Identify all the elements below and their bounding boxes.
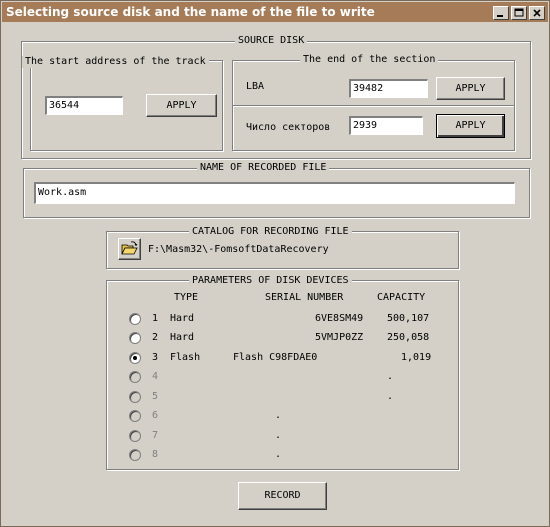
close-button[interactable] — [529, 6, 545, 20]
device-number: 6 — [152, 410, 159, 421]
minimize-button[interactable] — [493, 6, 509, 20]
device-serial: . — [275, 449, 282, 460]
device-serial: 6VE8SM49 — [315, 313, 364, 324]
device-row[interactable]: 3 Flash Flash C98FDAE0 1,019 — [107, 351, 458, 367]
device-radio-disabled — [129, 449, 141, 461]
header-serial-number: SERIAL NUMBER — [265, 292, 344, 303]
sectors-count-input[interactable]: 2939 — [349, 116, 423, 135]
device-row: 7 . — [107, 429, 458, 445]
device-serial: 5VMJP0ZZ — [315, 332, 364, 343]
device-number: 2 — [152, 332, 159, 343]
device-row[interactable]: 2 Hard 5VMJP0ZZ 250,058 — [107, 331, 458, 347]
device-radio-disabled — [129, 410, 141, 422]
header-type: TYPE — [174, 292, 199, 303]
device-serial: . — [275, 410, 282, 421]
start-address-legend: The start address of the track — [22, 56, 209, 68]
device-number: 3 — [152, 352, 159, 363]
device-number: 5 — [152, 391, 159, 402]
title-bar[interactable]: Selecting source disk and the name of th… — [2, 2, 548, 22]
dialog-window: Selecting source disk and the name of th… — [0, 0, 550, 527]
device-capacity: 1,019 — [401, 352, 432, 363]
sectors-count-label: Число секторов — [246, 122, 331, 133]
lba-input[interactable]: 39482 — [349, 79, 428, 98]
device-capacity: 250,058 — [387, 332, 430, 343]
device-radio-disabled — [129, 430, 141, 442]
lba-apply-button[interactable]: APPLY — [436, 77, 505, 100]
device-type: Flash — [170, 352, 201, 363]
section-end-legend: The end of the section — [300, 54, 439, 66]
device-capacity: 500,107 — [387, 313, 430, 324]
device-serial: . — [275, 430, 282, 441]
device-number: 7 — [152, 430, 159, 441]
device-radio[interactable] — [129, 332, 141, 344]
disk-devices-legend: PARAMETERS OF DISK DEVICES — [189, 275, 352, 287]
browse-folder-button[interactable] — [118, 238, 141, 260]
device-number: 1 — [152, 313, 159, 324]
lba-label: LBA — [246, 81, 265, 92]
recorded-file-input[interactable]: Work.asm — [34, 182, 515, 204]
section-end-group: The end of the section LBA 39482 APPLY Ч… — [232, 54, 515, 151]
source-disk-legend: SOURCE DISK — [235, 35, 308, 47]
device-radio-disabled — [129, 391, 141, 403]
device-radio[interactable] — [129, 313, 141, 325]
catalog-path: F:\Masm32\-FomsoftDataRecovery — [148, 244, 329, 255]
start-address-input[interactable]: 36544 — [45, 96, 123, 115]
record-button[interactable]: RECORD — [238, 482, 327, 510]
start-apply-button[interactable]: APPLY — [146, 94, 217, 117]
maximize-icon — [514, 8, 524, 17]
device-radio-disabled — [129, 371, 141, 383]
device-type: Hard — [170, 332, 195, 343]
open-folder-icon — [121, 241, 138, 255]
recorded-file-group: NAME OF RECORDED FILE Work.asm — [23, 162, 530, 218]
device-type: Hard — [170, 313, 195, 324]
catalog-legend: CATALOG FOR RECORDING FILE — [189, 226, 352, 238]
device-row[interactable]: 1 Hard 6VE8SM49 500,107 — [107, 312, 458, 328]
device-radio-selected[interactable] — [129, 352, 141, 364]
device-row: 5 . — [107, 390, 458, 406]
disk-devices-group: PARAMETERS OF DISK DEVICES TYPE SERIAL N… — [106, 275, 459, 470]
sectors-apply-button[interactable]: APPLY — [436, 114, 505, 138]
catalog-group: CATALOG FOR RECORDING FILE F:\Masm32\-Fo… — [106, 226, 459, 269]
window-title: Selecting source disk and the name of th… — [6, 5, 375, 19]
section-divider — [233, 105, 514, 107]
device-number: 4 — [152, 371, 159, 382]
maximize-button[interactable] — [511, 6, 527, 20]
minimize-icon — [497, 15, 503, 17]
header-capacity: CAPACITY — [377, 292, 426, 303]
recorded-file-legend: NAME OF RECORDED FILE — [197, 162, 330, 174]
device-serial: Flash C98FDAE0 — [233, 352, 318, 363]
close-icon — [533, 9, 541, 17]
device-row: 6 . — [107, 409, 458, 425]
start-address-group: The start address of the track 36544 APP… — [22, 56, 223, 151]
device-capacity: . — [387, 371, 394, 382]
source-disk-group: SOURCE DISK The start address of the tra… — [21, 35, 531, 159]
device-number: 8 — [152, 449, 159, 460]
device-row: 8 . — [107, 448, 458, 464]
device-capacity: . — [387, 391, 394, 402]
device-row: 4 . — [107, 370, 458, 386]
